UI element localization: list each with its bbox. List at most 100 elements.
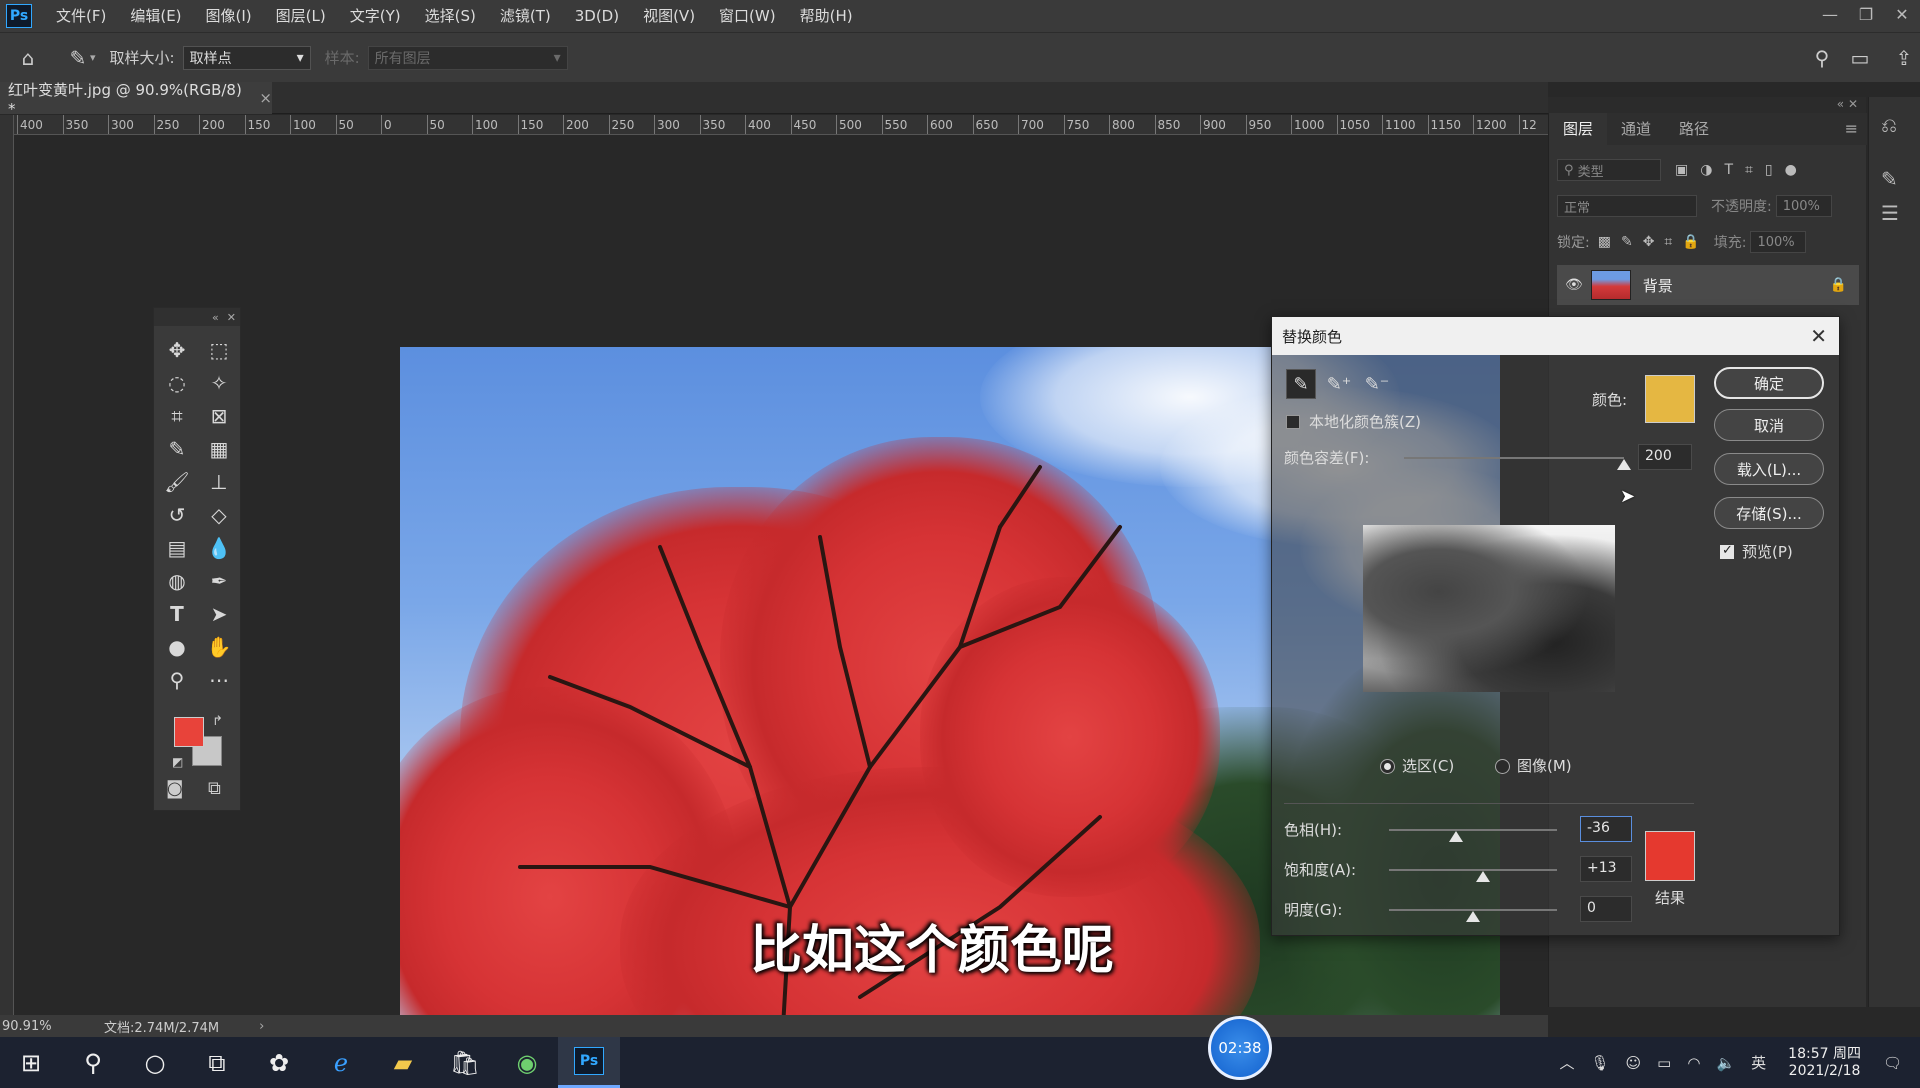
- preview-checkbox[interactable]: [1720, 543, 1734, 559]
- selection-preview-image[interactable]: [1363, 525, 1615, 692]
- menu-help[interactable]: 帮助(H): [788, 0, 865, 32]
- opacity-input[interactable]: 100%: [1775, 195, 1832, 217]
- eraser-tool-icon[interactable]: ◇: [198, 501, 240, 529]
- history-panel-icon[interactable]: ⎌: [1881, 113, 1897, 137]
- layer-filter-select[interactable]: ⚲ 类型: [1557, 159, 1661, 181]
- fuzziness-input[interactable]: 200: [1638, 444, 1692, 470]
- home-icon[interactable]: ⌂: [12, 42, 44, 74]
- lock-position-icon[interactable]: ✥: [1643, 234, 1655, 250]
- quick-mask-icon[interactable]: ◙: [166, 778, 183, 799]
- ie-browser-icon[interactable]: ℯ: [310, 1037, 372, 1088]
- menu-view[interactable]: 视图(V): [631, 0, 707, 32]
- dodge-tool-icon[interactable]: ◍: [156, 567, 198, 595]
- path-selection-icon[interactable]: ➤: [198, 600, 240, 628]
- fill-input[interactable]: 100%: [1750, 231, 1807, 253]
- file-explorer-icon[interactable]: ▰: [372, 1037, 434, 1088]
- healing-brush-icon[interactable]: ▦: [198, 435, 240, 463]
- result-color-swatch[interactable]: [1645, 831, 1695, 881]
- zoom-level[interactable]: 90.91%: [0, 1019, 60, 1034]
- image-radio[interactable]: [1495, 759, 1510, 774]
- panel-menu-icon[interactable]: ≡: [1845, 119, 1858, 138]
- windows-start-icon[interactable]: ⊞: [0, 1037, 62, 1088]
- lightness-input[interactable]: 0: [1580, 896, 1632, 922]
- saturation-slider-track[interactable]: [1389, 869, 1557, 871]
- document-tab[interactable]: 红叶变黄叶.jpg @ 90.9%(RGB/8) * ×: [0, 81, 272, 118]
- lightness-slider-thumb[interactable]: [1466, 911, 1480, 922]
- swap-colors-icon[interactable]: ↱: [212, 714, 223, 729]
- move-tool-icon[interactable]: ✥: [156, 336, 198, 364]
- task-view-icon[interactable]: ⧉: [186, 1037, 248, 1088]
- photoshop-task[interactable]: Ps: [558, 1037, 620, 1088]
- save-button[interactable]: 存储(S)...: [1714, 497, 1824, 529]
- blend-mode-select[interactable]: 正常: [1557, 195, 1697, 217]
- battery-icon[interactable]: ▭: [1657, 1054, 1671, 1072]
- hue-input[interactable]: -36: [1580, 816, 1632, 842]
- browser-icon[interactable]: ◉: [496, 1037, 558, 1088]
- filter-type-icon[interactable]: T: [1724, 162, 1733, 178]
- search-icon[interactable]: ⚲: [1806, 42, 1838, 74]
- close-window-icon[interactable]: ✕: [1884, 0, 1920, 28]
- app-pinwheel-icon[interactable]: ✿: [248, 1037, 310, 1088]
- brush-panel-icon[interactable]: ✎: [1881, 167, 1898, 191]
- foreground-color-front[interactable]: [174, 717, 204, 747]
- history-brush-icon[interactable]: ↺: [156, 501, 198, 529]
- menu-file[interactable]: 文件(F): [44, 0, 118, 32]
- eyedropper-minus-icon[interactable]: ✎⁻: [1362, 369, 1392, 399]
- filter-shape-icon[interactable]: ⌗: [1745, 162, 1753, 178]
- menu-layer[interactable]: 图层(L): [264, 0, 338, 32]
- more-tools-icon[interactable]: ⋯: [198, 666, 240, 694]
- chevron-down-icon[interactable]: ▾: [90, 51, 96, 64]
- close-icon[interactable]: ✕: [227, 311, 236, 324]
- selected-color-swatch[interactable]: [1645, 375, 1695, 423]
- marquee-tool-icon[interactable]: ⬚: [198, 336, 240, 364]
- share-icon[interactable]: ⇪: [1888, 42, 1920, 74]
- workspace-icon[interactable]: ▭: [1844, 42, 1876, 74]
- menu-3d[interactable]: 3D(D): [563, 0, 631, 32]
- hue-slider-track[interactable]: [1389, 829, 1557, 831]
- ok-button[interactable]: 确定: [1714, 367, 1824, 399]
- eyedropper-plus-icon[interactable]: ✎⁺: [1324, 369, 1354, 399]
- default-colors-icon[interactable]: ◩: [172, 755, 183, 769]
- menu-image[interactable]: 图像(I): [194, 0, 264, 32]
- screen-mode-icon[interactable]: ⧉: [208, 778, 221, 799]
- filter-toggle-icon[interactable]: ●: [1785, 162, 1797, 178]
- close-icon[interactable]: ✕: [1810, 324, 1827, 348]
- stamp-tool-icon[interactable]: ⊥: [198, 468, 240, 496]
- eye-icon[interactable]: 👁: [1565, 277, 1583, 293]
- lasso-tool-icon[interactable]: ◌: [156, 369, 198, 397]
- saturation-slider-thumb[interactable]: [1476, 871, 1490, 882]
- layer-row-background[interactable]: 👁 背景 🔒: [1557, 265, 1859, 305]
- cortana-icon[interactable]: ○: [124, 1037, 186, 1088]
- magic-wand-tool-icon[interactable]: ✧: [198, 369, 240, 397]
- menu-edit[interactable]: 编辑(E): [118, 0, 193, 32]
- adjustments-panel-icon[interactable]: ☰: [1881, 201, 1899, 225]
- app-tray-icon[interactable]: ☺: [1626, 1054, 1642, 1072]
- zoom-tool-icon[interactable]: ⚲: [156, 666, 198, 694]
- menu-filter[interactable]: 滤镜(T): [488, 0, 563, 32]
- clock[interactable]: 18:57 周四 2021/2/18: [1788, 1046, 1861, 1080]
- search-icon[interactable]: ⚲: [62, 1037, 124, 1088]
- notification-icon[interactable]: 🗨: [1883, 1054, 1902, 1072]
- sample-size-select[interactable]: 取样点 ▾: [182, 45, 311, 70]
- ellipse-tool-icon[interactable]: ●: [156, 633, 198, 661]
- collapse-icon[interactable]: «: [212, 311, 219, 324]
- filter-smart-icon[interactable]: ▯: [1765, 162, 1773, 178]
- ime-indicator[interactable]: 英: [1751, 1052, 1766, 1073]
- chevron-up-icon[interactable]: ︿: [1559, 1052, 1574, 1073]
- brush-tool-icon[interactable]: 🖌: [156, 468, 198, 496]
- minimize-icon[interactable]: —: [1812, 0, 1848, 28]
- menu-window[interactable]: 窗口(W): [707, 0, 788, 32]
- frame-tool-icon[interactable]: ⊠: [198, 402, 240, 430]
- gradient-tool-icon[interactable]: ▤: [156, 534, 198, 562]
- lock-artboard-icon[interactable]: ⌗: [1664, 234, 1672, 250]
- cancel-button[interactable]: 取消: [1714, 409, 1824, 441]
- eyedropper-icon[interactable]: ✎: [156, 435, 198, 463]
- lock-all-icon[interactable]: 🔒: [1682, 234, 1699, 250]
- fuzziness-slider-thumb[interactable]: [1617, 459, 1631, 470]
- volume-icon[interactable]: 🔈: [1716, 1054, 1735, 1072]
- load-button[interactable]: 载入(L)...: [1714, 453, 1824, 485]
- filter-pixel-icon[interactable]: ▣: [1675, 162, 1688, 178]
- crop-tool-icon[interactable]: ⌗: [156, 402, 198, 430]
- tab-paths[interactable]: 路径: [1665, 113, 1723, 145]
- lock-transparent-icon[interactable]: ▩: [1598, 234, 1611, 250]
